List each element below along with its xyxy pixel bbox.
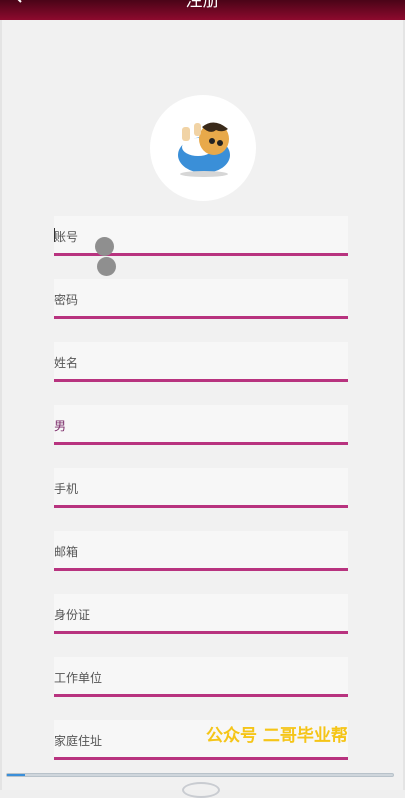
home-address-placeholder: 家庭住址 bbox=[54, 734, 103, 748]
account-placeholder: 账号 bbox=[54, 230, 79, 244]
id-card-placeholder: 身份证 bbox=[54, 608, 91, 622]
watermark-text: 公众号 二哥毕业帮 bbox=[206, 726, 348, 746]
name-field[interactable]: 姓名 bbox=[54, 342, 348, 382]
workplace-field[interactable]: 工作单位 bbox=[54, 657, 348, 697]
touch-indicator bbox=[97, 257, 116, 276]
avatar[interactable] bbox=[150, 95, 256, 201]
phone-field[interactable]: 手机 bbox=[54, 468, 348, 508]
phone-placeholder: 手机 bbox=[54, 482, 79, 496]
touch-indicator bbox=[95, 237, 114, 256]
gender-value: 男 bbox=[54, 419, 67, 433]
top-bar: 注册 bbox=[0, 0, 405, 20]
email-placeholder: 邮箱 bbox=[54, 545, 79, 559]
horizontal-scrollbar[interactable] bbox=[6, 773, 394, 777]
gender-select[interactable]: 男 bbox=[54, 405, 348, 445]
password-field[interactable]: 密码 bbox=[54, 279, 348, 319]
id-card-field[interactable]: 身份证 bbox=[54, 594, 348, 634]
password-placeholder: 密码 bbox=[54, 293, 79, 307]
page-title: 注册 bbox=[185, 0, 220, 11]
name-placeholder: 姓名 bbox=[54, 356, 79, 370]
scrollbar-thumb[interactable] bbox=[7, 774, 25, 776]
cartoon-avatar-icon bbox=[178, 122, 230, 177]
workplace-placeholder: 工作单位 bbox=[54, 671, 103, 685]
email-field[interactable]: 邮箱 bbox=[54, 531, 348, 571]
bottom-logo-icon bbox=[182, 782, 220, 798]
